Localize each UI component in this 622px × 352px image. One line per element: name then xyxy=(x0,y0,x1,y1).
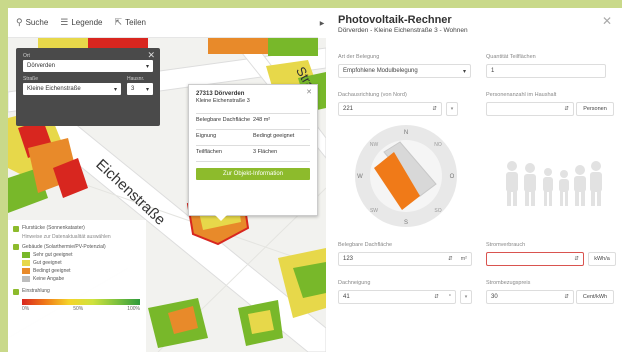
count-label: Quantität Teilflächen xyxy=(486,54,536,60)
tilt-label: Dachneigung xyxy=(338,280,371,286)
legend-parcels-note: Hinweise zur Datenaktualität auswählen xyxy=(22,233,111,240)
chevron-down-icon: ▾ xyxy=(145,63,149,70)
stepper-icon: ⇵ xyxy=(564,294,569,300)
area-label: Belegbare Dachfläche xyxy=(338,242,393,248)
compass-w: W xyxy=(357,174,363,180)
compass-s: S xyxy=(404,220,408,226)
legend-parcels-toggle[interactable]: Flurstücke (Sonnenkataster) xyxy=(13,225,141,232)
map-legend: Flurstücke (Sonnenkataster) Hinweise zur… xyxy=(8,220,146,352)
share-icon: ⇱ xyxy=(114,17,123,27)
pv-calculator-panel: Photovoltaik-Rechner Dörverden - Kleine … xyxy=(326,8,622,352)
number-label: Hausnr. xyxy=(127,76,145,82)
compass-se: SO xyxy=(434,208,441,214)
persons-label: Personenanzahl im Haushalt xyxy=(486,92,557,98)
household-persons-graphic[interactable] xyxy=(502,158,602,208)
object-info-button[interactable]: Zur Objekt-Information xyxy=(196,168,310,180)
stepper-icon: ⇵ xyxy=(447,256,453,262)
persons-field[interactable]: ⇵ xyxy=(486,102,574,116)
legend-item: Keine Angabe xyxy=(13,276,141,282)
popup-table: Belegbare Dachfläche 248 m² Eignung Bedi… xyxy=(196,113,310,162)
number-select[interactable]: 3 ▾ xyxy=(127,83,153,95)
tilt-unit: ° xyxy=(448,294,451,300)
legend-swatch xyxy=(22,252,30,258)
chevron-down-icon: ▾ xyxy=(462,68,466,75)
person-icon xyxy=(590,161,602,206)
page-title: Photovoltaik-Rechner xyxy=(338,14,452,26)
popup-subtitle: Kleine Eichenstraße 3 xyxy=(196,98,250,104)
area-field[interactable]: 123 ⇵ m² xyxy=(338,252,472,266)
place-label: Ort xyxy=(23,53,30,59)
orientation-label: Dachausrichtung (von Nord) xyxy=(338,92,407,98)
price-field[interactable]: 30 ⇵ xyxy=(486,290,574,304)
compass-sw: SW xyxy=(370,208,378,214)
person-icon xyxy=(543,168,553,206)
list-icon: ☰ xyxy=(60,17,69,27)
radiation-gradient xyxy=(22,298,140,305)
stepper-icon: ⇵ xyxy=(564,106,569,112)
usage-label: Art der Belegung xyxy=(338,54,380,60)
building-popup: ✕ 27313 Dörverden Kleine Eichenstraße 3 … xyxy=(188,84,318,221)
chevron-down-icon: ▾ xyxy=(145,86,149,93)
stepper-icon: ⇵ xyxy=(574,256,579,262)
legend-swatch xyxy=(22,276,30,282)
stepper-icon: ⇵ xyxy=(432,106,437,112)
map-toolbar: ⚲ Suche ☰ Legende ⇱ Teilen xyxy=(8,8,326,38)
price-unit-button[interactable]: Cent/kWh xyxy=(576,290,614,304)
checkbox-icon xyxy=(13,244,19,250)
popup-row: Teilflächen 3 Flächen xyxy=(196,146,310,162)
consumption-unit-button[interactable]: kWh/a xyxy=(588,252,616,266)
close-icon[interactable]: ✕ xyxy=(602,14,612,28)
search-button[interactable]: ⚲ Suche xyxy=(16,17,48,28)
compass-ne: NO xyxy=(434,142,442,148)
orientation-unit-select[interactable]: ▾ xyxy=(446,102,458,116)
person-icon xyxy=(524,163,536,206)
persons-button[interactable]: Personen xyxy=(576,102,614,116)
compass-nw: NW xyxy=(370,142,379,148)
legend-buildings-toggle[interactable]: Gebäude (Solarthermie/PV-Potenzial) xyxy=(13,244,141,250)
chevron-down-icon: ▾ xyxy=(113,86,117,93)
compass-n: N xyxy=(404,130,408,136)
legend-item: Bedingt geeignet xyxy=(13,268,141,274)
legend-swatch xyxy=(22,260,30,266)
legend-item: Sehr gut geeignet xyxy=(13,252,141,258)
tilt-unit-select[interactable]: ▾ xyxy=(460,290,472,304)
popup-title: 27313 Dörverden xyxy=(196,91,245,97)
street-label: Straße xyxy=(23,76,39,82)
orientation-field[interactable]: 221 ⇵ xyxy=(338,102,442,116)
popup-row: Belegbare Dachfläche 248 m² xyxy=(196,114,310,130)
orientation-compass[interactable]: N NO O SO S SW W NW xyxy=(354,124,458,228)
close-icon[interactable]: ✕ xyxy=(147,50,155,61)
street-select[interactable]: Kleine Eichenstraße ▾ xyxy=(23,83,121,95)
checkbox-icon xyxy=(13,225,19,232)
map-area[interactable]: Eichenstraße Stra ⚲ Suche ☰ Legende ⇱ Te… xyxy=(8,8,326,352)
legend-radiation-toggle[interactable]: Einstrahlung xyxy=(13,288,141,295)
legend-item: Gut geeignet xyxy=(13,260,141,266)
close-icon[interactable]: ✕ xyxy=(306,88,312,96)
price-label: Strombezugspreis xyxy=(486,280,531,286)
legend-button[interactable]: ☰ Legende xyxy=(60,17,102,28)
tilt-field[interactable]: 41 ⇵ ° xyxy=(338,290,456,304)
person-icon xyxy=(559,170,569,206)
person-icons xyxy=(506,161,602,206)
consumption-label: Stromverbrauch xyxy=(486,242,526,248)
share-button[interactable]: ⇱ Teilen xyxy=(115,17,146,28)
count-field[interactable]: 1 xyxy=(486,64,606,78)
location-panel: ✕ Ort Dörverden ▾ Straße Kleine Eichenst… xyxy=(16,48,160,126)
checkbox-icon xyxy=(13,288,19,295)
compass-e: O xyxy=(450,174,455,180)
page-subtitle: Dörverden - Kleine Eichenstraße 3 - Wohn… xyxy=(338,27,468,34)
person-icon xyxy=(506,161,518,206)
popup-row: Eignung Bedingt geeignet xyxy=(196,130,310,146)
consumption-field[interactable]: ⇵ xyxy=(486,252,584,266)
panel-collapse-tab[interactable]: ▶ xyxy=(318,8,326,38)
legend-swatch xyxy=(22,268,30,274)
gradient-labels: 0% 50% 100% xyxy=(22,305,140,312)
popup-pointer xyxy=(215,215,227,221)
usage-select[interactable]: Empfohlene Modulbelegung ▾ xyxy=(338,64,471,78)
stepper-icon: ⇵ xyxy=(434,294,439,300)
area-unit: m² xyxy=(460,256,467,262)
place-select[interactable]: Dörverden ▾ xyxy=(23,60,153,72)
search-icon: ⚲ xyxy=(16,17,23,27)
person-icon xyxy=(574,165,586,206)
